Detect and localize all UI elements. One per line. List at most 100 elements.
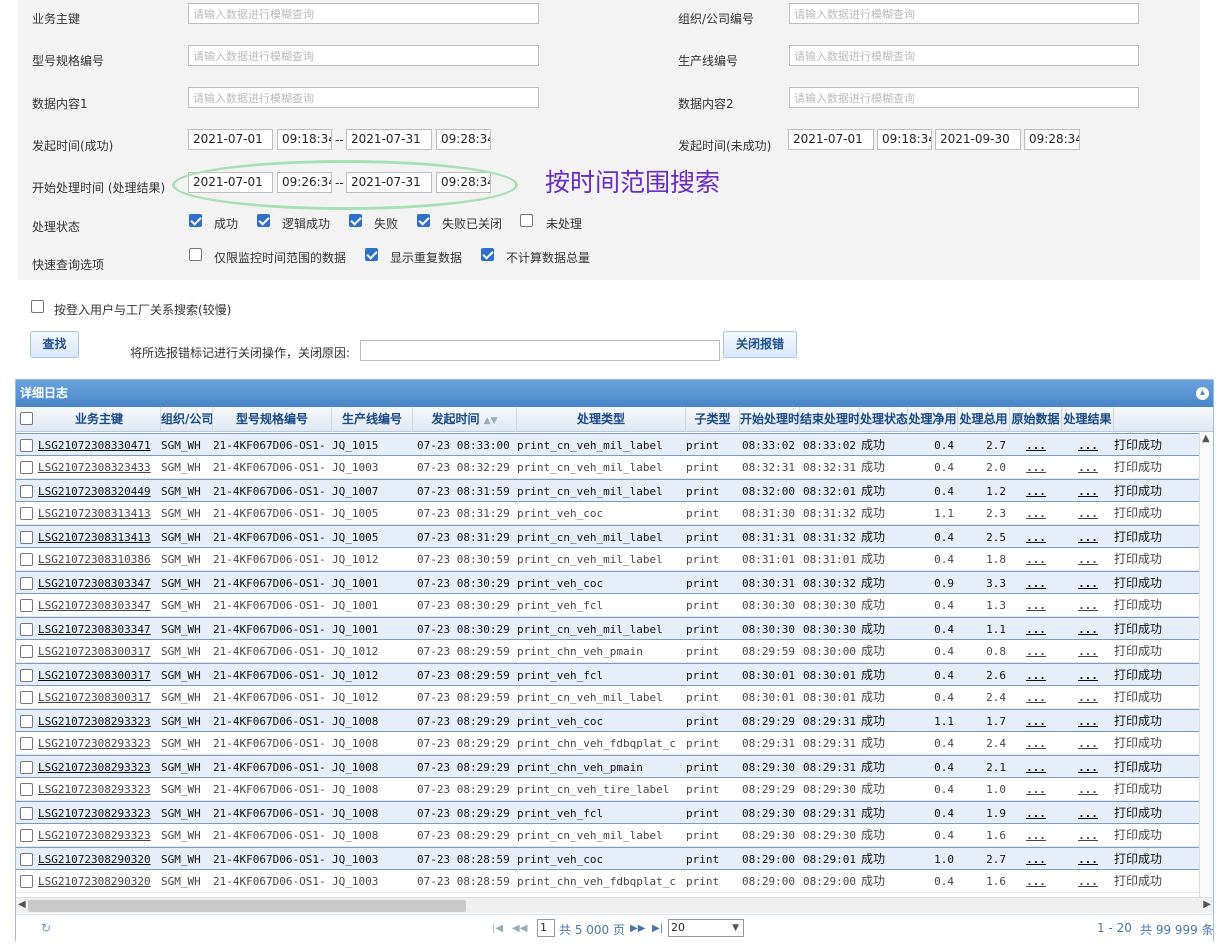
collapse-icon[interactable]: ▴ [1196,387,1209,400]
row-checkbox[interactable] [20,669,33,682]
cell-result-detail[interactable]: ... [1062,686,1114,709]
cell-result-detail[interactable]: ... [1062,548,1114,571]
cell-raw-data[interactable]: ... [1010,778,1062,801]
cell-result-detail[interactable]: ... [1062,434,1114,457]
cell-raw-data[interactable]: ... [1010,848,1062,871]
cell-raw-data[interactable]: ... [1010,710,1062,733]
cell-raw-data[interactable]: ... [1010,548,1062,571]
cell-raw-data[interactable]: ... [1010,618,1062,641]
table-row[interactable]: LSG21072308290320 SGM_WH 21-4KF067D06-OS1-… [16,847,1199,870]
table-row[interactable]: LSG21072308330471 SGM_WH 21-4KF067D06-OS1-… [16,433,1199,456]
cell-result-detail[interactable]: ... [1062,756,1114,779]
close-reason-input[interactable] [360,340,720,361]
status-failed-closed-checkbox[interactable] [417,214,430,227]
fail-end-time[interactable]: 09:28:34 [1024,129,1080,150]
cell-raw-data[interactable]: ... [1010,802,1062,825]
cell-result-detail[interactable]: ... [1062,824,1114,847]
cell-result-detail[interactable]: ... [1062,594,1114,617]
row-checkbox[interactable] [20,507,33,520]
cell-raw-data[interactable]: ... [1010,686,1062,709]
cell-business-key[interactable]: LSG21072308293323 [38,824,161,847]
cell-business-key[interactable]: LSG21072308313413 [38,526,161,549]
cell-business-key[interactable]: LSG21072308293323 [38,732,161,755]
fail-end-date[interactable]: 2021-09-30 [935,129,1021,150]
col-net-time[interactable]: 处理净用 [908,407,958,432]
col-model-spec[interactable]: 型号规格编号 [213,407,332,432]
row-checkbox[interactable] [20,577,33,590]
last-page-icon[interactable]: ▶| [652,923,663,934]
cell-raw-data[interactable]: ... [1010,870,1062,893]
horizontal-scroll-thumb[interactable] [28,900,466,912]
col-total-time[interactable]: 处理总用 [958,407,1010,432]
status-failed-checkbox[interactable] [349,214,362,227]
cell-raw-data[interactable]: ... [1010,664,1062,687]
row-checkbox[interactable] [20,761,33,774]
cell-business-key[interactable]: LSG21072308300317 [38,686,161,709]
table-row[interactable]: LSG21072308313413 SGM_WH 21-4KF067D06-OS1-… [16,525,1199,548]
table-row[interactable]: LSG21072308303347 SGM_WH 21-4KF067D06-OS1-… [16,617,1199,640]
cell-result-detail[interactable]: ... [1062,732,1114,755]
cell-result-detail[interactable]: ... [1062,870,1114,893]
cell-business-key[interactable]: LSG21072308300317 [38,640,161,663]
cell-raw-data[interactable]: ... [1010,824,1062,847]
row-checkbox[interactable] [20,623,33,636]
cell-business-key[interactable]: LSG21072308313413 [38,502,161,525]
table-row[interactable]: LSG21072308290320 SGM_WH 21-4KF067D06-OS1-… [16,870,1199,893]
cell-result-detail[interactable]: ... [1062,664,1114,687]
col-result[interactable]: 处理结果 [1062,407,1114,432]
col-business-key[interactable]: 业务主键 [38,407,161,432]
table-row[interactable]: LSG21072308323433 SGM_WH 21-4KF067D06-OS1-… [16,456,1199,479]
fail-start-date[interactable]: 2021-07-01 [788,129,874,150]
prev-page-icon[interactable]: ◀◀ [512,923,527,934]
search-button[interactable]: 查找 [30,331,79,358]
table-row[interactable]: LSG21072308313413 SGM_WH 21-4KF067D06-OS1-… [16,502,1199,525]
cell-result-detail[interactable]: ... [1062,526,1114,549]
model-spec-input[interactable]: 请输入数据进行模糊查询 [188,45,539,66]
monitor-range-only-checkbox[interactable] [189,248,202,261]
cell-raw-data[interactable]: ... [1010,502,1062,525]
cell-result-detail[interactable]: ... [1062,710,1114,733]
page-number-input[interactable]: 1 [537,919,555,937]
row-checkbox[interactable] [20,461,33,474]
page-size-select[interactable]: 20 ▼ [668,919,744,937]
cell-business-key[interactable]: LSG21072308290320 [38,870,161,893]
row-checkbox[interactable] [20,715,33,728]
line-code-input[interactable]: 请输入数据进行模糊查询 [789,45,1139,66]
table-row[interactable]: LSG21072308300317 SGM_WH 21-4KF067D06-OS1-… [16,640,1199,663]
horizontal-scrollbar[interactable]: ◀ ▶ [16,897,1213,913]
table-row[interactable]: LSG21072308303347 SGM_WH 21-4KF067D06-OS1-… [16,594,1199,617]
col-process-start[interactable]: 开始处理时 [740,407,800,432]
col-raw-data[interactable]: 原始数据 [1010,407,1062,432]
table-row[interactable]: LSG21072308293323 SGM_WH 21-4KF067D06-OS1-… [16,778,1199,801]
cell-result-detail[interactable]: ... [1062,502,1114,525]
row-checkbox[interactable] [20,599,33,612]
cell-business-key[interactable]: LSG21072308293323 [38,802,161,825]
cell-result-detail[interactable]: ... [1062,618,1114,641]
row-checkbox[interactable] [20,807,33,820]
select-all-checkbox[interactable] [20,412,33,425]
scroll-right-icon[interactable]: ▶ [1203,899,1211,910]
cell-business-key[interactable]: LSG21072308303347 [38,618,161,641]
table-row[interactable]: LSG21072308293323 SGM_WH 21-4KF067D06-OS1-… [16,732,1199,755]
row-checkbox[interactable] [20,553,33,566]
table-row[interactable]: LSG21072308293323 SGM_WH 21-4KF067D06-OS1-… [16,755,1199,778]
row-checkbox[interactable] [20,531,33,544]
status-success-checkbox[interactable] [189,214,202,227]
cell-business-key[interactable]: LSG21072308330471 [38,434,161,457]
table-row[interactable]: LSG21072308293323 SGM_WH 21-4KF067D06-OS1-… [16,709,1199,732]
table-row[interactable]: LSG21072308310386 SGM_WH 21-4KF067D06-OS1-… [16,548,1199,571]
cell-raw-data[interactable]: ... [1010,640,1062,663]
login-user-search-checkbox[interactable] [31,300,44,313]
row-checkbox[interactable] [20,783,33,796]
cell-result-detail[interactable]: ... [1062,572,1114,595]
cell-raw-data[interactable]: ... [1010,456,1062,479]
cell-result-detail[interactable]: ... [1062,456,1114,479]
vertical-scrollbar[interactable]: ▲ [1199,433,1213,898]
refresh-icon[interactable]: ↻ [41,921,51,935]
cell-raw-data[interactable]: ... [1010,732,1062,755]
success-end-time[interactable]: 09:28:34 [436,129,491,150]
org-code-input[interactable]: 请输入数据进行模糊查询 [789,3,1139,24]
cell-result-detail[interactable]: ... [1062,802,1114,825]
row-checkbox[interactable] [20,485,33,498]
row-checkbox[interactable] [20,439,33,452]
